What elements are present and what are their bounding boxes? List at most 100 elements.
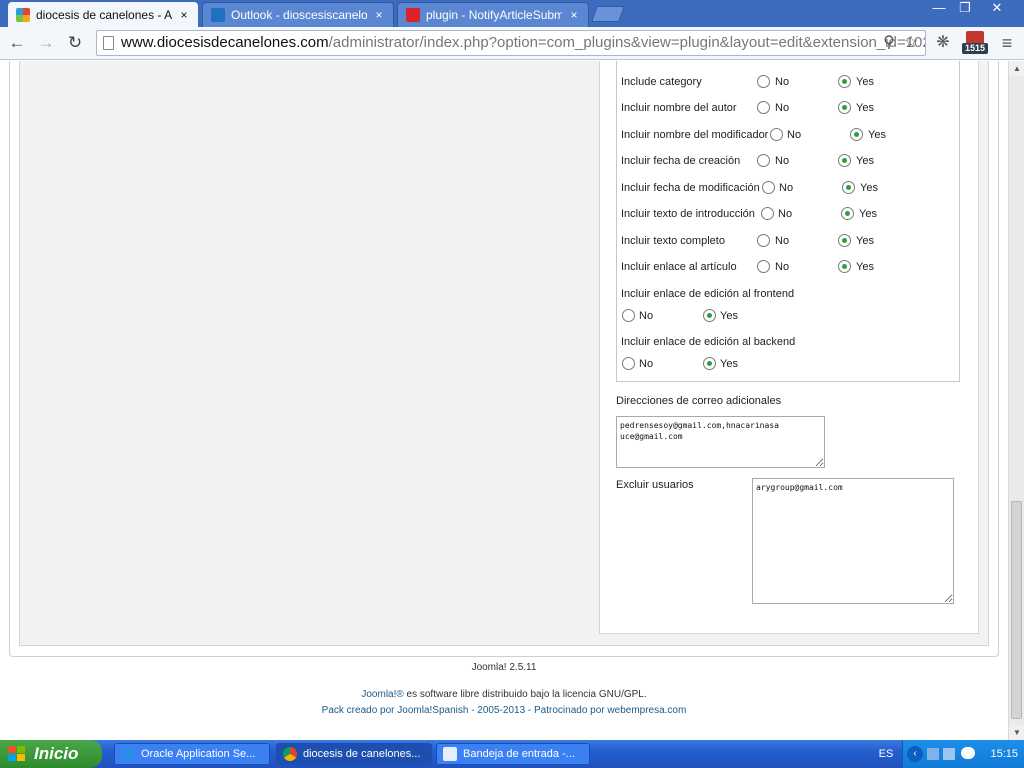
extension-bug-icon[interactable]: ❋: [932, 32, 954, 54]
browser-tab-bar: diocesis de canelones - Admi × Outlook -…: [0, 0, 1024, 27]
start-button[interactable]: Inicio: [0, 740, 102, 768]
tab-label: diocesis de canelones - Admi: [36, 7, 172, 22]
extension-badge-count: 1515: [962, 43, 988, 54]
footer-license: Joomla!® es software libre distribuido b…: [0, 689, 1008, 700]
webempresa-link[interactable]: webempresa.com: [607, 705, 686, 716]
restore-window-icon[interactable]: ❐: [952, 0, 978, 18]
scroll-down-arrow-icon[interactable]: ▼: [1009, 725, 1024, 740]
pack-text: Pack creado por Joomla!Spanish - 2005-20…: [321, 705, 608, 716]
radio-label: No: [775, 76, 790, 88]
back-arrow-icon[interactable]: ←: [5, 31, 29, 55]
message-bubble-icon[interactable]: [961, 747, 975, 759]
monitor-icon[interactable]: [943, 748, 955, 760]
address-bar[interactable]: www.diocesisdecanelones.com/administrato…: [96, 30, 926, 56]
radio-label: No: [787, 129, 802, 141]
tab-close-icon[interactable]: ×: [373, 8, 385, 22]
radio-label: Yes: [868, 129, 886, 141]
search-icon[interactable]: ⚲: [878, 32, 900, 54]
radio-label: No: [775, 235, 790, 247]
radio-label: No: [775, 102, 790, 114]
radio-label: No: [775, 261, 790, 273]
forward-arrow-icon[interactable]: →: [34, 31, 58, 55]
radio-fecha-creacion-no[interactable]: [757, 154, 770, 167]
radio-label: No: [778, 208, 793, 220]
extension-badge-button[interactable]: 1515: [962, 31, 988, 55]
radio-enlace-articulo-yes[interactable]: [838, 260, 851, 273]
bookmark-star-icon[interactable]: ☆: [900, 32, 922, 54]
page-scrollbar[interactable]: ▲ ▼: [1008, 61, 1024, 740]
radio-texto-completo-yes[interactable]: [838, 234, 851, 247]
radio-nombre-modificador-yes[interactable]: [850, 128, 863, 141]
url-path: /administrator/index.php?option=com_plug…: [328, 34, 926, 51]
task-label: diocesis de canelones...: [303, 748, 421, 760]
option-label-fecha-creacion: Incluir fecha de creación: [621, 155, 741, 167]
option-label-texto-completo: Incluir texto completo: [621, 235, 725, 247]
option-label-nombre-modificador: Incluir nombre del modificador: [621, 129, 769, 141]
radio-texto-introduccion-yes[interactable]: [841, 207, 854, 220]
tab-close-icon[interactable]: ×: [568, 8, 580, 22]
radio-enlace-backend-no[interactable]: [622, 357, 635, 370]
radio-fecha-modificacion-no[interactable]: [762, 181, 775, 194]
tab-close-icon[interactable]: ×: [178, 8, 190, 22]
page-icon: [103, 36, 114, 50]
option-label-include-category: Include category: [621, 76, 702, 88]
windows-taskbar: Inicio Oracle Application Se... diocesis…: [0, 740, 1024, 768]
joomla-link[interactable]: Joomla!®: [361, 689, 403, 700]
radio-texto-completo-no[interactable]: [757, 234, 770, 247]
network-icon[interactable]: [927, 748, 939, 760]
new-tab-button[interactable]: [591, 6, 625, 22]
radio-enlace-frontend-no[interactable]: [622, 309, 635, 322]
chrome-icon: [283, 747, 297, 761]
radio-label: Yes: [720, 310, 738, 322]
radio-label: No: [639, 310, 654, 322]
task-oracle[interactable]: Oracle Application Se...: [114, 743, 270, 765]
radio-enlace-backend-yes[interactable]: [703, 357, 716, 370]
additional-emails-textarea[interactable]: pedrensesoy@gmail.com,hnacarinasa uce@gm…: [616, 416, 825, 468]
radio-include-category-no[interactable]: [757, 75, 770, 88]
scroll-up-arrow-icon[interactable]: ▲: [1009, 61, 1024, 76]
scroll-thumb[interactable]: [1011, 501, 1022, 719]
radio-label: Yes: [860, 182, 878, 194]
option-label-nombre-autor: Incluir nombre del autor: [621, 102, 737, 114]
menu-icon[interactable]: ≡: [996, 32, 1018, 54]
option-label-enlace-backend: Incluir enlace de edición al backend: [621, 336, 796, 348]
radio-fecha-creacion-yes[interactable]: [838, 154, 851, 167]
outlook-favicon-icon: [211, 8, 225, 22]
radio-enlace-frontend-yes[interactable]: [703, 309, 716, 322]
radio-label: No: [639, 358, 654, 370]
exclude-users-label: Excluir usuarios: [616, 479, 694, 491]
tab-plugin-notify[interactable]: plugin - NotifyArticleSubmit - ×: [397, 2, 589, 27]
tab-label: Outlook - dioscesiscanelones: [231, 8, 367, 22]
tab-label: plugin - NotifyArticleSubmit -: [426, 8, 562, 22]
license-text: es software libre distribuido bajo la li…: [403, 689, 647, 700]
joomla-favicon-icon: [16, 7, 30, 22]
additional-emails-label: Direcciones de correo adicionales: [616, 395, 782, 407]
page-viewport: Include category No Yes Incluir nombre d…: [0, 61, 1008, 740]
url-host: www.diocesisdecanelones.com: [121, 34, 329, 51]
option-label-fecha-modificacion: Incluir fecha de modificación: [621, 182, 760, 194]
radio-texto-introduccion-no[interactable]: [761, 207, 774, 220]
radio-nombre-autor-no[interactable]: [757, 101, 770, 114]
minimize-window-icon[interactable]: —: [926, 0, 952, 18]
radio-fecha-modificacion-yes[interactable]: [842, 181, 855, 194]
option-label-enlace-frontend: Incluir enlace de edición al frontend: [621, 288, 795, 300]
close-window-icon[interactable]: ✕: [984, 0, 1010, 18]
radio-enlace-articulo-no[interactable]: [757, 260, 770, 273]
radio-nombre-autor-yes[interactable]: [838, 101, 851, 114]
tab-outlook[interactable]: Outlook - dioscesiscanelones ×: [202, 2, 394, 27]
reload-icon[interactable]: ↻: [63, 31, 87, 55]
task-bandeja-entrada[interactable]: Bandeja de entrada -...: [436, 743, 590, 765]
language-indicator[interactable]: ES: [872, 740, 900, 768]
system-clock: 15:15: [990, 748, 1018, 760]
radio-include-category-yes[interactable]: [838, 75, 851, 88]
task-chrome-diocesis[interactable]: diocesis de canelones...: [276, 743, 432, 765]
radio-label: No: [779, 182, 794, 194]
tab-diocesis-admin[interactable]: diocesis de canelones - Admi ×: [8, 2, 198, 27]
radio-nombre-modificador-no[interactable]: [770, 128, 783, 141]
footer-pack: Pack creado por Joomla!Spanish - 2005-20…: [0, 705, 1008, 716]
exclude-users-textarea[interactable]: arygroup@gmail.com: [752, 478, 954, 604]
system-tray: ‹ 15:15: [902, 740, 1024, 768]
radio-label: Yes: [856, 102, 874, 114]
tray-expand-icon[interactable]: ‹: [907, 746, 923, 762]
mail-icon: [443, 747, 457, 761]
